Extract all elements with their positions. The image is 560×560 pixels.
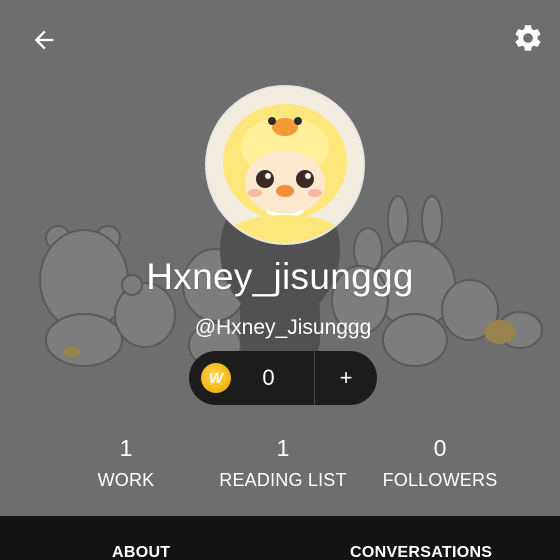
stat-followers[interactable]: 0 FOLLOWERS <box>370 434 510 491</box>
w-coin-icon: W <box>201 363 231 393</box>
stat-reading-list-label: READING LIST <box>219 470 347 490</box>
profile-avatar[interactable] <box>205 85 365 245</box>
stat-reading-list[interactable]: 1 READING LIST <box>203 434 363 491</box>
stat-work-label: WORK <box>97 470 155 490</box>
coin-balance-pill: W 0 + <box>189 351 377 405</box>
stat-followers-label: FOLLOWERS <box>382 470 498 490</box>
profile-stats: 1 WORK 1 READING LIST 0 FOLLOWERS <box>0 434 560 494</box>
back-button[interactable] <box>26 22 62 58</box>
tab-conversations[interactable]: CONVERSATIONS <box>350 544 492 560</box>
add-coins-button[interactable]: + <box>315 351 377 405</box>
username: @Hxney_Jisunggg <box>194 316 372 339</box>
stat-work-value: 1 <box>119 435 133 461</box>
display-name: Hxney_jisunggg <box>146 256 414 297</box>
coin-count: 0 <box>262 365 275 390</box>
profile-screen: Hxney_jisunggg @Hxney_Jisunggg W 0 + 1 W… <box>0 0 560 560</box>
arrow-left-icon <box>34 30 54 50</box>
stat-followers-value: 0 <box>433 435 447 461</box>
profile-tabbar: ABOUT CONVERSATIONS <box>0 516 560 560</box>
gear-icon <box>515 25 541 51</box>
stat-reading-list-value: 1 <box>276 435 290 461</box>
settings-button[interactable] <box>510 20 546 56</box>
duck-plush-avatar <box>207 87 363 243</box>
stat-work[interactable]: 1 WORK <box>66 434 186 491</box>
tab-about[interactable]: ABOUT <box>112 544 170 560</box>
